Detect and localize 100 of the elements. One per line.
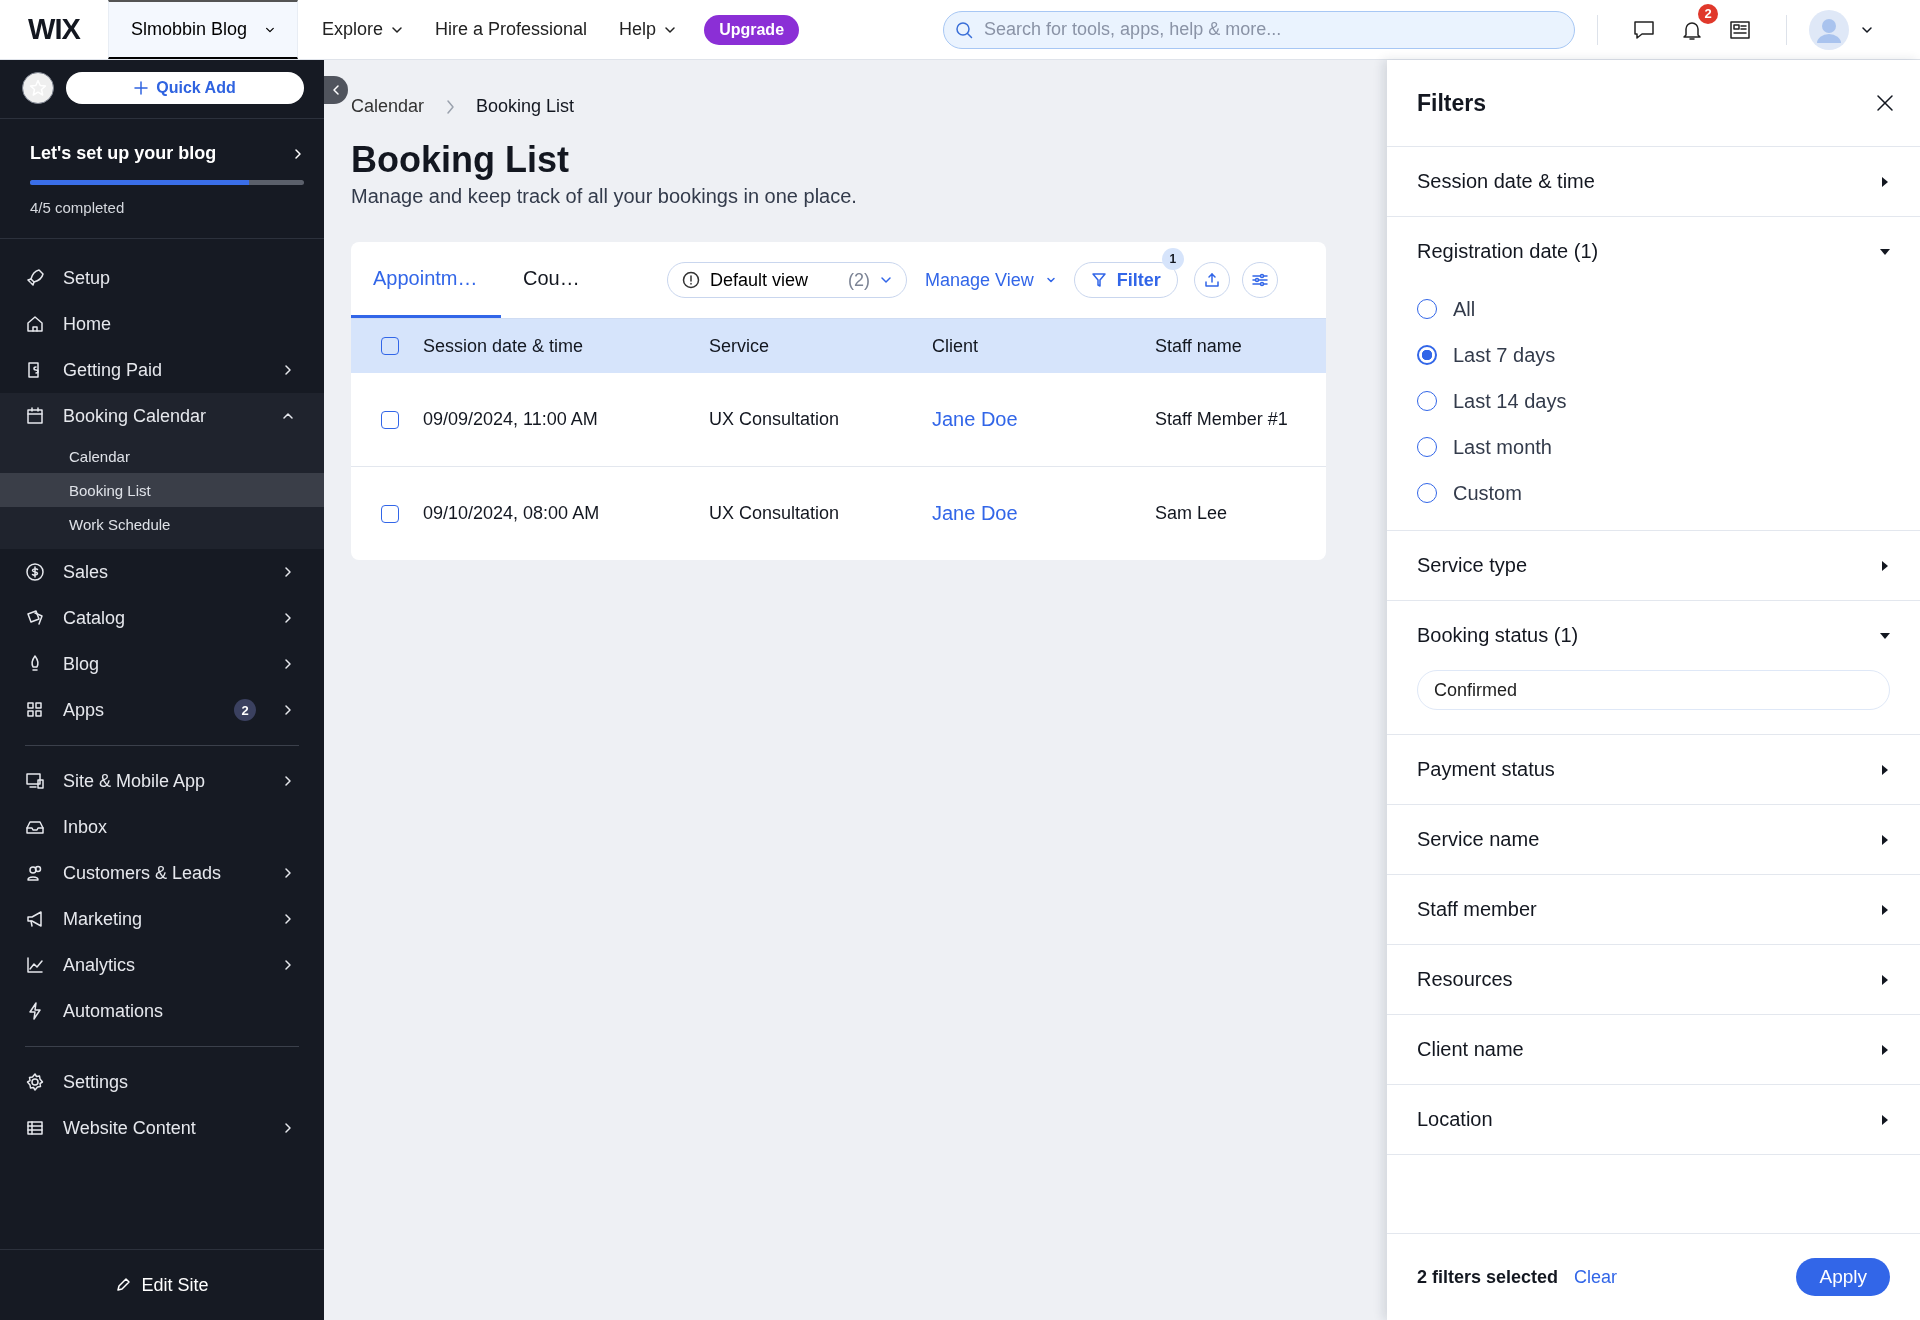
filter-section-header[interactable]: Location bbox=[1387, 1085, 1920, 1154]
quick-add-button[interactable]: Quick Add bbox=[66, 72, 304, 104]
table-cell: UX Consultation bbox=[709, 503, 840, 523]
caret-down-icon bbox=[1880, 630, 1890, 641]
collapse-button[interactable] bbox=[324, 76, 348, 104]
nav-item[interactable]: Setup bbox=[0, 255, 324, 301]
column-header: Service bbox=[708, 319, 931, 373]
chart-icon bbox=[25, 955, 45, 975]
filter-icon bbox=[1090, 272, 1107, 288]
table-cell: 09/09/2024, 11:00 AM bbox=[423, 409, 598, 429]
chevron-right-icon bbox=[282, 364, 294, 376]
export-button[interactable] bbox=[1193, 262, 1230, 298]
setup-title: Let's set up your blog bbox=[30, 143, 217, 164]
clear-link[interactable]: Clear bbox=[1574, 1266, 1618, 1288]
chevron-right-icon bbox=[282, 658, 294, 670]
nav-menu[interactable]: Explore bbox=[310, 19, 416, 40]
apply-button[interactable]: Apply bbox=[1796, 1258, 1890, 1296]
chevron-up-icon bbox=[282, 410, 294, 422]
chevron-right-icon bbox=[282, 704, 294, 716]
chevron-right-icon bbox=[282, 775, 294, 787]
sliders-icon bbox=[1250, 272, 1269, 288]
nav-item[interactable]: Inbox bbox=[0, 804, 324, 850]
megaphone-icon bbox=[25, 909, 45, 929]
favorites-button[interactable] bbox=[22, 72, 54, 104]
progress-text: 4/5 completed bbox=[30, 199, 126, 216]
search-icon bbox=[955, 20, 974, 39]
filter-section-header[interactable]: Registration date (1) bbox=[1387, 217, 1920, 286]
table-cell: Sam Lee bbox=[1155, 503, 1228, 523]
filter-section-header[interactable]: Staff member bbox=[1387, 875, 1920, 944]
nav-subitem[interactable]: Calendar bbox=[0, 439, 324, 473]
manage-view-button[interactable]: Manage View bbox=[919, 268, 1062, 292]
nav-item[interactable]: Home bbox=[0, 301, 324, 347]
radio-option[interactable]: All bbox=[1417, 286, 1890, 332]
view-dropdown[interactable]: Default view (2) bbox=[667, 262, 908, 298]
nav-subitem[interactable]: Booking List bbox=[0, 473, 324, 507]
select-all-checkbox[interactable] bbox=[381, 337, 399, 355]
nav-item[interactable]: Site & Mobile App bbox=[0, 758, 324, 804]
caret-right-icon bbox=[1880, 764, 1890, 775]
radio-option[interactable]: Last month bbox=[1417, 424, 1890, 470]
nav-menu[interactable]: Hire a Professional bbox=[423, 19, 600, 40]
nav-item[interactable]: Website Content bbox=[0, 1105, 324, 1151]
radio-button[interactable] bbox=[1417, 345, 1437, 365]
breadcrumb-link[interactable]: Calendar bbox=[351, 96, 425, 117]
row-checkbox[interactable] bbox=[381, 410, 399, 429]
row-checkbox[interactable] bbox=[381, 504, 399, 523]
nav-item[interactable]: Catalog bbox=[0, 595, 324, 641]
nav-item[interactable]: Customers & Leads bbox=[0, 850, 324, 896]
star-icon bbox=[29, 79, 47, 97]
plus-icon bbox=[134, 81, 149, 95]
close-button[interactable] bbox=[1876, 94, 1894, 112]
radio-option[interactable]: Last 7 days bbox=[1417, 332, 1890, 378]
filter-button[interactable]: Filter bbox=[1073, 262, 1178, 298]
chevron-right-icon bbox=[282, 867, 294, 879]
caret-right-icon bbox=[1880, 904, 1890, 915]
table-cell: 09/10/2024, 08:00 AM bbox=[423, 503, 600, 523]
filter-section-header[interactable]: Service type bbox=[1387, 531, 1920, 600]
tab[interactable]: Cou… bbox=[501, 242, 651, 318]
info-icon bbox=[682, 271, 700, 289]
nav-item[interactable]: Settings bbox=[0, 1059, 324, 1105]
filter-count-badge: 1 bbox=[1161, 248, 1184, 270]
nav-item[interactable]: Sales bbox=[0, 549, 324, 595]
edit-site-button[interactable]: Edit Site bbox=[109, 1273, 215, 1297]
client-link[interactable]: Jane Doe bbox=[932, 408, 1018, 430]
filter-section-header[interactable]: Service name bbox=[1387, 805, 1920, 874]
nav-item[interactable]: Blog bbox=[0, 641, 324, 687]
filter-section-header[interactable]: Session date & time bbox=[1387, 147, 1920, 216]
chevron-right-icon bbox=[282, 959, 294, 971]
caret-right-icon bbox=[1880, 1044, 1890, 1055]
search-field[interactable]: Search for tools, apps, help & more... bbox=[943, 10, 1576, 49]
caret-right-icon bbox=[1880, 176, 1890, 187]
radio-option[interactable]: Custom bbox=[1417, 470, 1890, 516]
dollar-icon bbox=[25, 562, 45, 582]
site-switcher[interactable]: Slmobbin Blog bbox=[108, 0, 298, 59]
chevron-right-icon bbox=[282, 913, 294, 925]
nav-menu[interactable]: Help bbox=[607, 19, 689, 40]
column-header: Staff name bbox=[1154, 319, 1326, 373]
pencil-icon bbox=[115, 1277, 132, 1293]
nav-item[interactable]: Booking Calendar bbox=[0, 393, 324, 439]
nav-item[interactable]: Automations bbox=[0, 988, 324, 1034]
nav-item[interactable]: Apps 2 bbox=[0, 687, 324, 733]
caret-down-icon bbox=[1880, 246, 1890, 257]
count-badge: 2 bbox=[234, 699, 256, 721]
filter-section-header[interactable]: Payment status bbox=[1387, 735, 1920, 804]
upgrade-button[interactable]: Upgrade bbox=[704, 14, 800, 45]
setup-card[interactable]: Let's set up your blog 4/5 completed bbox=[0, 119, 324, 239]
wix-logo[interactable]: WIX bbox=[0, 13, 108, 46]
customize-button[interactable] bbox=[1241, 262, 1278, 298]
client-link[interactable]: Jane Doe bbox=[932, 502, 1018, 524]
filter-section-header[interactable]: Resources bbox=[1387, 945, 1920, 1014]
nav-subitem[interactable]: Work Schedule bbox=[0, 507, 324, 541]
chevron-right-icon bbox=[444, 98, 457, 115]
radio-option[interactable]: Last 14 days bbox=[1417, 378, 1890, 424]
nav-item[interactable]: Marketing bbox=[0, 896, 324, 942]
column-header: Session date & time bbox=[422, 319, 708, 373]
table-cell: Staff Member #1 bbox=[1155, 409, 1288, 429]
filter-section-header[interactable]: Client name bbox=[1387, 1015, 1920, 1084]
nav-item[interactable]: Getting Paid bbox=[0, 347, 324, 393]
upload-icon bbox=[1203, 272, 1220, 288]
nav-item[interactable]: Analytics bbox=[0, 942, 324, 988]
filter-section-header[interactable]: Booking status (1) bbox=[1387, 601, 1920, 670]
